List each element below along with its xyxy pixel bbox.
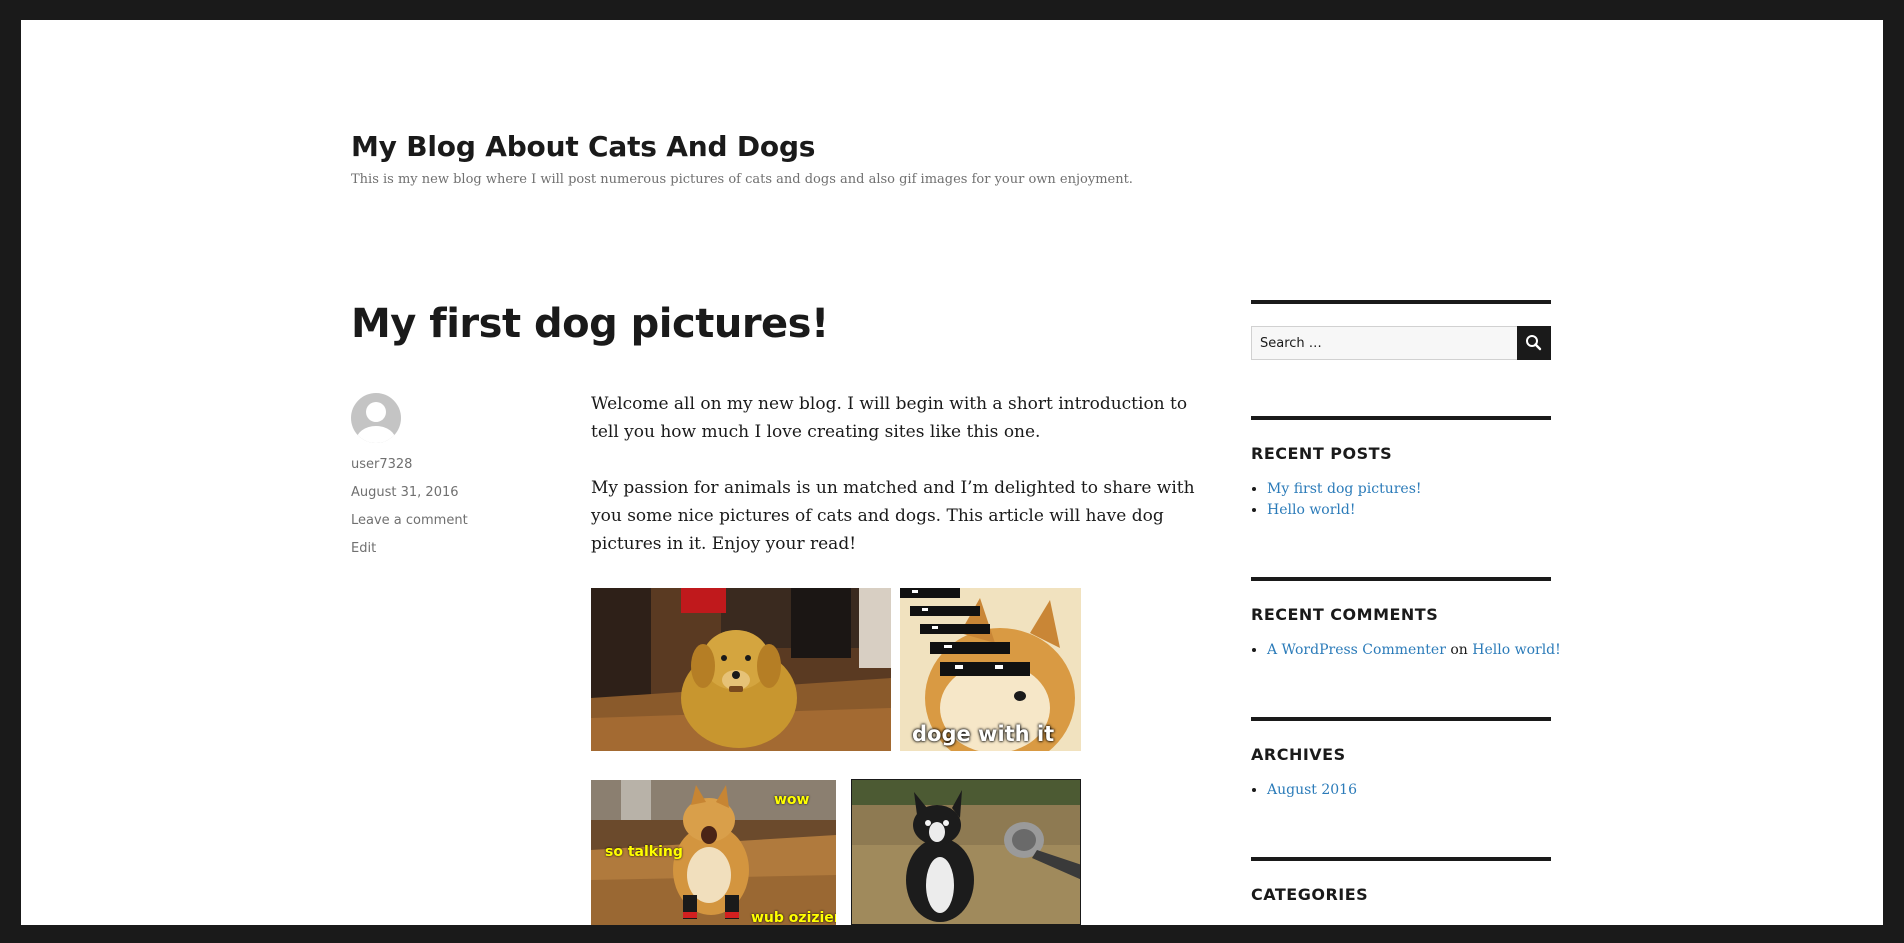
edit-link[interactable]: Edit — [351, 539, 551, 559]
avatar-head — [366, 402, 386, 422]
post-title[interactable]: My first dog pictures! — [351, 301, 829, 347]
categories-widget: CATEGORIES — [1251, 857, 1551, 904]
site-title[interactable]: My Blog About Cats And Dogs — [351, 130, 815, 163]
page-frame: My Blog About Cats And Dogs This is my n… — [21, 20, 1883, 925]
recent-post-link[interactable]: Hello world! — [1267, 502, 1356, 518]
avatar-body — [356, 426, 396, 443]
shiba-caption-so-talking: so talking — [605, 844, 683, 860]
post-paragraph: My passion for animals is un matched and… — [591, 478, 1195, 554]
list-item: My first dog pictures! — [1267, 479, 1551, 500]
archives-list: August 2016 — [1251, 780, 1551, 801]
recent-comments-widget: RECENT COMMENTS A WordPress Commenter on… — [1251, 577, 1561, 661]
golden-retriever-image[interactable] — [591, 588, 891, 751]
site-container: My Blog About Cats And Dogs This is my n… — [351, 20, 1573, 925]
search-input[interactable] — [1251, 326, 1519, 360]
boston-terrier-illustration — [852, 780, 1080, 924]
shiba-caption-bottom: wub ozizien — [751, 910, 836, 925]
comment-post-link[interactable]: Hello world! — [1472, 642, 1561, 658]
list-item: Hello world! — [1267, 500, 1551, 521]
sidebar: RECENT POSTS My first dog pictures! Hell… — [1251, 300, 1561, 920]
recent-posts-list: My first dog pictures! Hello world! — [1251, 479, 1551, 521]
recent-post-link[interactable]: My first dog pictures! — [1267, 481, 1422, 497]
search-widget — [1251, 300, 1551, 360]
recent-posts-title: RECENT POSTS — [1251, 444, 1393, 463]
comment-on-text: on — [1450, 642, 1468, 658]
post-content: Welcome all on my new blog. I will begin… — [591, 390, 1201, 586]
post-author-link[interactable]: user7328 — [351, 455, 551, 475]
golden-retriever-illustration — [591, 588, 891, 751]
search-form — [1251, 326, 1551, 360]
doge-caption: doge with it — [912, 722, 1055, 746]
leave-comment-link[interactable]: Leave a comment — [351, 511, 551, 531]
recent-posts-widget: RECENT POSTS My first dog pictures! Hell… — [1251, 416, 1551, 521]
shiba-caption-wow: wow — [774, 792, 810, 808]
list-item: A WordPress Commenter on Hello world! — [1267, 640, 1561, 661]
recent-comments-list: A WordPress Commenter on Hello world! — [1251, 640, 1561, 661]
archives-title: ARCHIVES — [1251, 745, 1346, 764]
comment-author-link[interactable]: A WordPress Commenter — [1267, 642, 1446, 658]
site-tagline: This is my new blog where I will post nu… — [351, 172, 1133, 187]
boston-terrier-image[interactable] — [851, 779, 1081, 925]
avatar[interactable] — [351, 393, 401, 443]
recent-comments-title: RECENT COMMENTS — [1251, 605, 1439, 624]
list-item: August 2016 — [1267, 780, 1551, 801]
doge-sunglasses-image[interactable]: doge with it — [900, 588, 1081, 751]
post-paragraph: Welcome all on my new blog. I will begin… — [591, 394, 1188, 442]
post-meta: user7328 August 31, 2016 Leave a comment… — [351, 393, 551, 559]
archive-link[interactable]: August 2016 — [1267, 782, 1357, 798]
shiba-boots-image[interactable]: wow so talking wub ozizien — [591, 780, 836, 925]
post-date-link[interactable]: August 31, 2016 — [351, 483, 551, 503]
search-icon — [1526, 335, 1542, 351]
search-submit-button[interactable] — [1517, 326, 1551, 360]
archives-widget: ARCHIVES August 2016 — [1251, 717, 1551, 801]
categories-title: CATEGORIES — [1251, 885, 1369, 904]
